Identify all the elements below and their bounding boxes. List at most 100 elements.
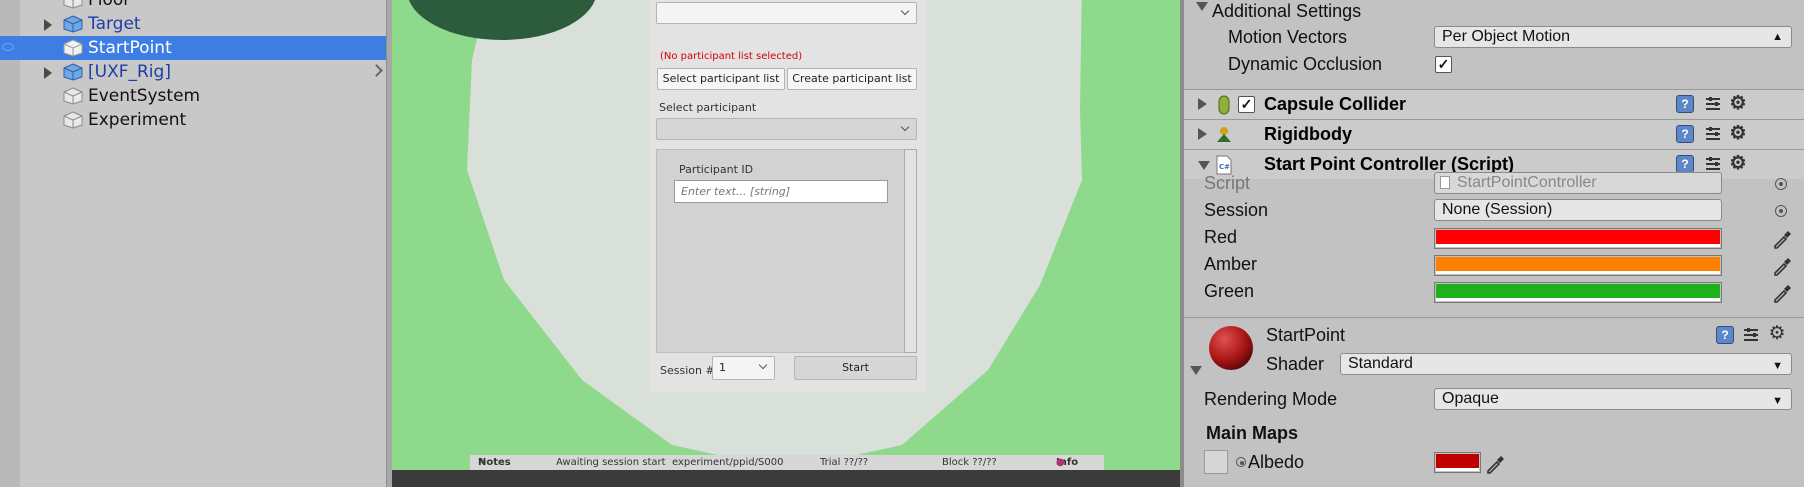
script-field: StartPointController: [1434, 172, 1722, 194]
rigidbody-icon: [1217, 127, 1231, 142]
expand-triangle-icon[interactable]: [44, 19, 52, 31]
gameobject-icon: [63, 39, 83, 57]
status-trial: Trial ??/??: [820, 457, 869, 468]
help-icon[interactable]: ?: [1676, 125, 1694, 143]
expand-triangle-icon[interactable]: [1198, 98, 1207, 110]
chevron-down-icon: [758, 360, 768, 370]
presets-icon[interactable]: [1704, 95, 1722, 113]
script-file-icon: [1440, 176, 1450, 189]
help-icon[interactable]: ?: [1716, 326, 1734, 344]
expand-triangle-icon[interactable]: [44, 67, 52, 79]
hierarchy-item-label: EventSystem: [88, 86, 201, 106]
presets-icon[interactable]: [1742, 326, 1760, 344]
amber-label: Amber: [1204, 254, 1258, 274]
hierarchy-panel: Floor Target StartPoint [UXF_Rig] EventS…: [0, 0, 392, 487]
red-color-field[interactable]: [1434, 228, 1722, 249]
eyedropper-icon[interactable]: [1485, 452, 1507, 474]
additional-settings-foldout[interactable]: Additional Settings: [1212, 1, 1361, 22]
select-participant-dropdown[interactable]: [656, 118, 917, 140]
albedo-color-field[interactable]: [1434, 452, 1481, 473]
color-swatch: [1436, 454, 1479, 468]
gameobject-icon: [63, 111, 83, 129]
presets-icon[interactable]: [1704, 125, 1722, 143]
red-label: Red: [1204, 227, 1238, 247]
gear-icon[interactable]: ⚙: [1767, 324, 1787, 345]
motion-vectors-label: Motion Vectors: [1228, 27, 1348, 47]
hierarchy-item-floor[interactable]: Floor: [0, 0, 392, 12]
dropdown-arrow-icon: ▲: [1772, 31, 1783, 43]
inspector-edge: [1180, 0, 1184, 487]
help-icon[interactable]: ?: [1676, 95, 1694, 113]
gear-icon[interactable]: ⚙: [1728, 94, 1748, 115]
collapse-triangle-icon[interactable]: [1190, 366, 1202, 375]
session-number-label: Session #: [660, 364, 715, 377]
create-participant-list-button[interactable]: Create participant list: [787, 68, 917, 90]
eyedropper-icon[interactable]: [1772, 281, 1794, 303]
dynamic-occlusion-checkbox[interactable]: ✓: [1435, 56, 1452, 73]
session-field[interactable]: None (Session): [1434, 199, 1722, 221]
prefab-icon: [63, 15, 83, 33]
collapse-triangle-icon[interactable]: [1196, 2, 1208, 11]
rigidbody-header[interactable]: Rigidbody ? ⚙: [1184, 119, 1804, 149]
albedo-texture-slot[interactable]: [1204, 450, 1228, 474]
participant-list-dropdown[interactable]: [656, 2, 917, 24]
status-bar: ✎ Notes Awaiting session start experimen…: [470, 455, 1104, 471]
alpha-bar: [1436, 468, 1479, 471]
hierarchy-item-label: Target: [88, 14, 141, 34]
hierarchy-item-startpoint[interactable]: StartPoint: [0, 36, 392, 60]
object-picker-icon[interactable]: [1775, 178, 1787, 190]
form-scrollbar[interactable]: [904, 149, 917, 353]
object-picker-icon[interactable]: [1775, 205, 1787, 217]
color-swatch: [1436, 284, 1720, 298]
shader-dropdown[interactable]: Standard ▼: [1340, 353, 1792, 375]
eyedropper-icon[interactable]: [1772, 227, 1794, 249]
notes-button[interactable]: ✎ Notes: [478, 455, 511, 471]
capsule-collider-icon: [1218, 95, 1230, 115]
gameobject-icon: [63, 87, 83, 105]
gear-icon[interactable]: ⚙: [1728, 154, 1748, 175]
info-button[interactable]: ● Info: [1056, 455, 1078, 471]
help-icon[interactable]: ?: [1676, 155, 1694, 173]
status-block: Block ??/??: [942, 457, 997, 468]
capsule-collider-enabled-checkbox[interactable]: ✓: [1238, 96, 1255, 113]
object-picker-icon[interactable]: [1236, 457, 1246, 467]
start-button[interactable]: Start: [794, 356, 917, 380]
rendering-mode-dropdown[interactable]: Opaque ▼: [1434, 388, 1792, 410]
hierarchy-item-target[interactable]: Target: [0, 12, 392, 36]
open-prefab-chevron-icon[interactable]: [370, 64, 383, 77]
dropdown-arrow-icon: ▼: [1772, 360, 1783, 372]
main-maps-label: Main Maps: [1206, 423, 1299, 443]
dynamic-occlusion-label: Dynamic Occlusion: [1228, 54, 1383, 74]
component-title: Capsule Collider: [1264, 94, 1407, 114]
collapse-triangle-icon[interactable]: [1198, 161, 1210, 170]
brain-icon: ●: [1056, 457, 1065, 468]
visibility-eye-icon[interactable]: [2, 43, 14, 51]
hierarchy-item-uxf-rig[interactable]: [UXF_Rig]: [0, 60, 392, 84]
select-participant-list-button[interactable]: Select participant list: [657, 68, 785, 90]
participant-id-input[interactable]: Enter text... [string]: [674, 180, 888, 203]
presets-icon[interactable]: [1704, 155, 1722, 173]
chevron-down-icon: [900, 6, 910, 16]
expand-triangle-icon[interactable]: [1198, 128, 1207, 140]
csharp-script-icon: C#: [1216, 155, 1232, 175]
motion-vectors-dropdown[interactable]: Per Object Motion ▲: [1434, 26, 1792, 48]
gear-icon[interactable]: ⚙: [1728, 124, 1748, 145]
gameobject-icon: [63, 0, 83, 9]
material-name: StartPoint: [1266, 325, 1346, 345]
hierarchy-item-experiment[interactable]: Experiment: [0, 108, 392, 132]
participant-id-label: Participant ID: [679, 163, 754, 176]
motion-vectors-value: Per Object Motion: [1442, 28, 1571, 45]
eyedropper-icon[interactable]: [1772, 254, 1794, 276]
prefab-icon: [63, 63, 83, 81]
chevron-down-icon: [900, 122, 910, 132]
shader-label: Shader: [1266, 354, 1325, 374]
capsule-collider-header[interactable]: ✓ Capsule Collider ? ⚙: [1184, 89, 1804, 119]
color-swatch: [1436, 257, 1720, 271]
hierarchy-item-eventsystem[interactable]: EventSystem: [0, 84, 392, 108]
amber-color-field[interactable]: [1434, 255, 1722, 276]
status-awaiting: Awaiting session start: [556, 457, 666, 468]
game-view[interactable]: (No participant list selected) Select pa…: [392, 0, 1180, 487]
green-color-field[interactable]: [1434, 282, 1722, 303]
alpha-bar: [1436, 244, 1720, 247]
session-number-dropdown[interactable]: 1: [712, 356, 775, 380]
